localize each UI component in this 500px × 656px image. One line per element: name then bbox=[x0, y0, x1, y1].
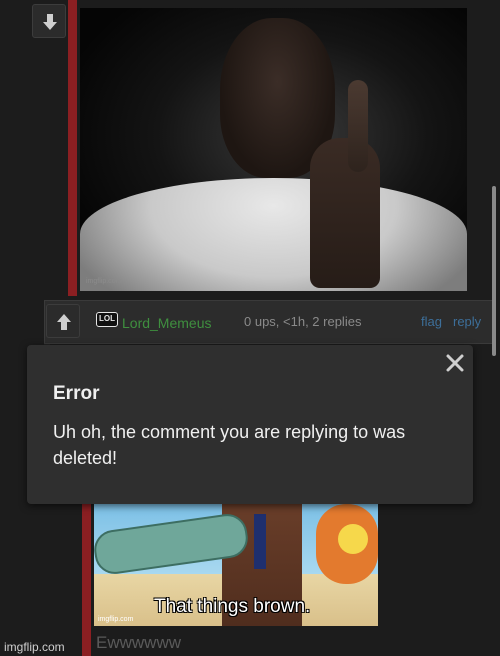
image-watermark: imgflip.com bbox=[86, 278, 122, 285]
flag-link[interactable]: flag bbox=[421, 314, 442, 329]
meme-caption: That things brown. bbox=[154, 596, 311, 617]
user-badge: LOL bbox=[96, 312, 118, 327]
comment-meta: 0 ups, <1h, 2 replies bbox=[244, 314, 362, 329]
meme-image-shush[interactable]: imgflip.com bbox=[80, 8, 467, 291]
thread-bar bbox=[68, 0, 77, 296]
upvote-button[interactable] bbox=[46, 304, 80, 338]
scrollbar-thumb[interactable] bbox=[492, 186, 496, 356]
dialog-title: Error bbox=[53, 383, 100, 404]
reply-link[interactable]: reply bbox=[453, 314, 481, 329]
thread-bar bbox=[82, 500, 91, 656]
comment-username[interactable]: Lord_Memeus bbox=[122, 315, 212, 331]
image-watermark: imgflip.com bbox=[98, 616, 134, 623]
meme-image-squidward[interactable]: imgflip.com That things brown. bbox=[94, 504, 378, 626]
dialog-message: Uh oh, the comment you are replying to w… bbox=[53, 422, 406, 468]
error-dialog: Error Uh oh, the comment you are replyin… bbox=[27, 345, 473, 504]
imgflip-watermark: imgflip.com bbox=[4, 640, 65, 654]
close-x-icon[interactable] bbox=[444, 352, 466, 374]
arrow-up-icon bbox=[57, 314, 71, 330]
downvote-button[interactable] bbox=[32, 4, 66, 38]
arrow-down-icon bbox=[43, 14, 57, 30]
reply-body-text: Ewwwwww bbox=[96, 633, 181, 652]
